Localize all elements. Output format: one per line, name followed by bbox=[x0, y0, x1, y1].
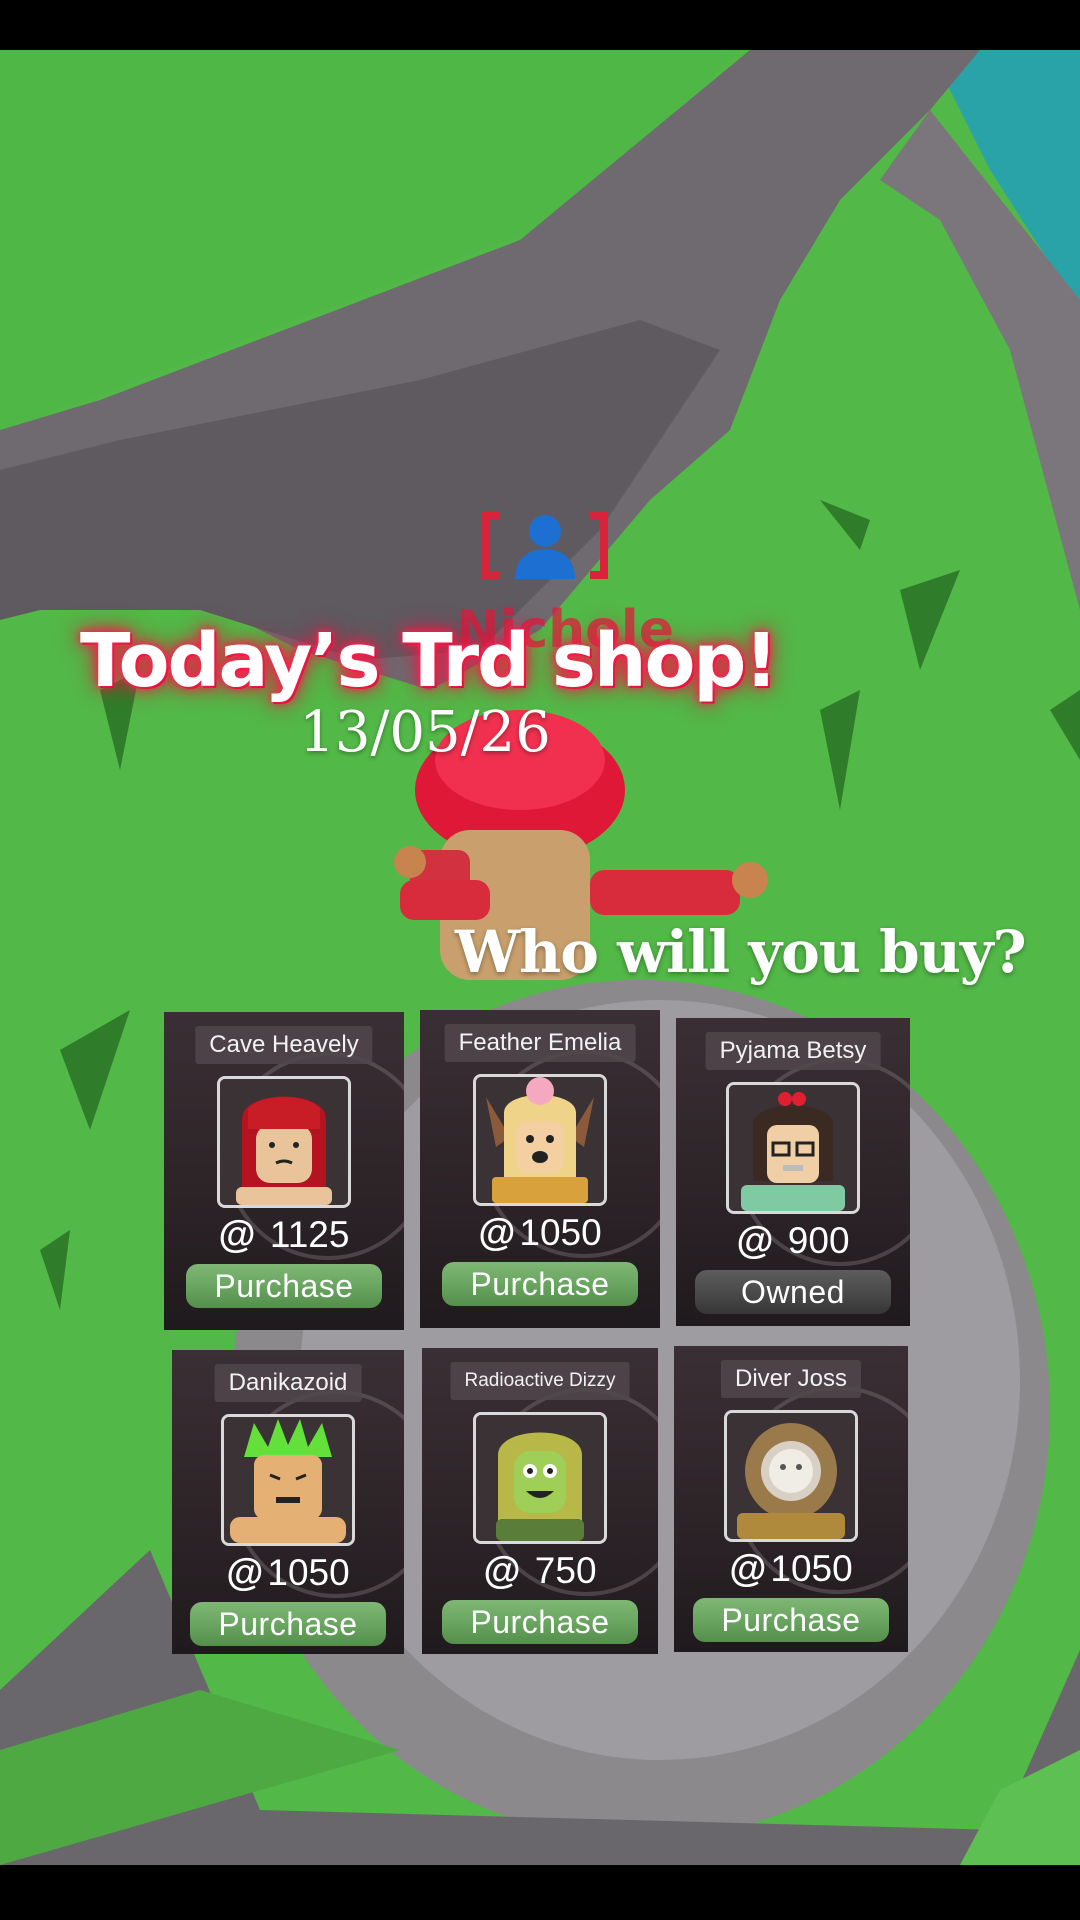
radioactive-dizzy-avatar bbox=[473, 1412, 607, 1544]
shop-card-radioactive-dizzy: Radioactive Dizzy @ 750 Purchase bbox=[422, 1348, 658, 1654]
purchase-button[interactable]: Purchase bbox=[186, 1264, 382, 1308]
item-name: Feather Emelia bbox=[444, 1024, 636, 1062]
diver-joss-avatar bbox=[724, 1410, 858, 1542]
owned-button[interactable]: Owned bbox=[695, 1270, 891, 1314]
question-caption: Who will you buy? bbox=[455, 918, 1027, 986]
currency-icon: @ bbox=[483, 1550, 521, 1592]
cave-heavely-avatar bbox=[217, 1076, 351, 1208]
purchase-button[interactable]: Purchase bbox=[693, 1598, 889, 1642]
danikazoid-avatar bbox=[221, 1414, 355, 1546]
currency-icon: @ bbox=[218, 1214, 256, 1256]
purchase-button[interactable]: Purchase bbox=[442, 1600, 638, 1644]
item-price: 1050 bbox=[267, 1552, 350, 1593]
item-price: 1125 bbox=[269, 1214, 350, 1255]
shop-card-danikazoid: Danikazoid @1050 Purchase bbox=[172, 1350, 404, 1654]
headline-title: Today’s Trd shop! bbox=[80, 618, 778, 704]
item-name: Cave Heavely bbox=[195, 1026, 373, 1064]
shop-card-feather-emelia: Feather Emelia @1050 Purchase bbox=[420, 1010, 660, 1328]
currency-icon: @ bbox=[736, 1220, 774, 1262]
shop-card-pyjama-betsy: Pyjama Betsy @ 900 Owned bbox=[676, 1018, 910, 1326]
item-name: Diver Joss bbox=[720, 1360, 862, 1398]
item-name: Danikazoid bbox=[214, 1364, 362, 1402]
item-price: 1050 bbox=[519, 1212, 602, 1253]
shop-date: 13/05/26 bbox=[299, 700, 551, 765]
currency-icon: @ bbox=[729, 1548, 767, 1590]
currency-icon: @ bbox=[478, 1212, 516, 1254]
purchase-button[interactable]: Purchase bbox=[190, 1602, 386, 1646]
shop-card-cave-heavely: Cave Heavely @ 1125 Purchase bbox=[164, 1012, 404, 1330]
item-price: 900 bbox=[787, 1220, 850, 1261]
shop-card-diver-joss: Diver Joss @1050 Purchase bbox=[674, 1346, 908, 1652]
feather-emelia-avatar bbox=[473, 1074, 607, 1206]
player-tag-icon bbox=[470, 505, 620, 585]
bottom-letterbox bbox=[0, 1865, 1080, 1920]
item-price: 750 bbox=[534, 1550, 597, 1591]
item-name: Pyjama Betsy bbox=[705, 1032, 881, 1070]
item-price: 1050 bbox=[770, 1548, 853, 1589]
purchase-button[interactable]: Purchase bbox=[442, 1262, 638, 1306]
pyjama-betsy-avatar bbox=[726, 1082, 860, 1214]
item-name: Radioactive Dizzy bbox=[450, 1362, 630, 1400]
currency-icon: @ bbox=[226, 1552, 264, 1594]
